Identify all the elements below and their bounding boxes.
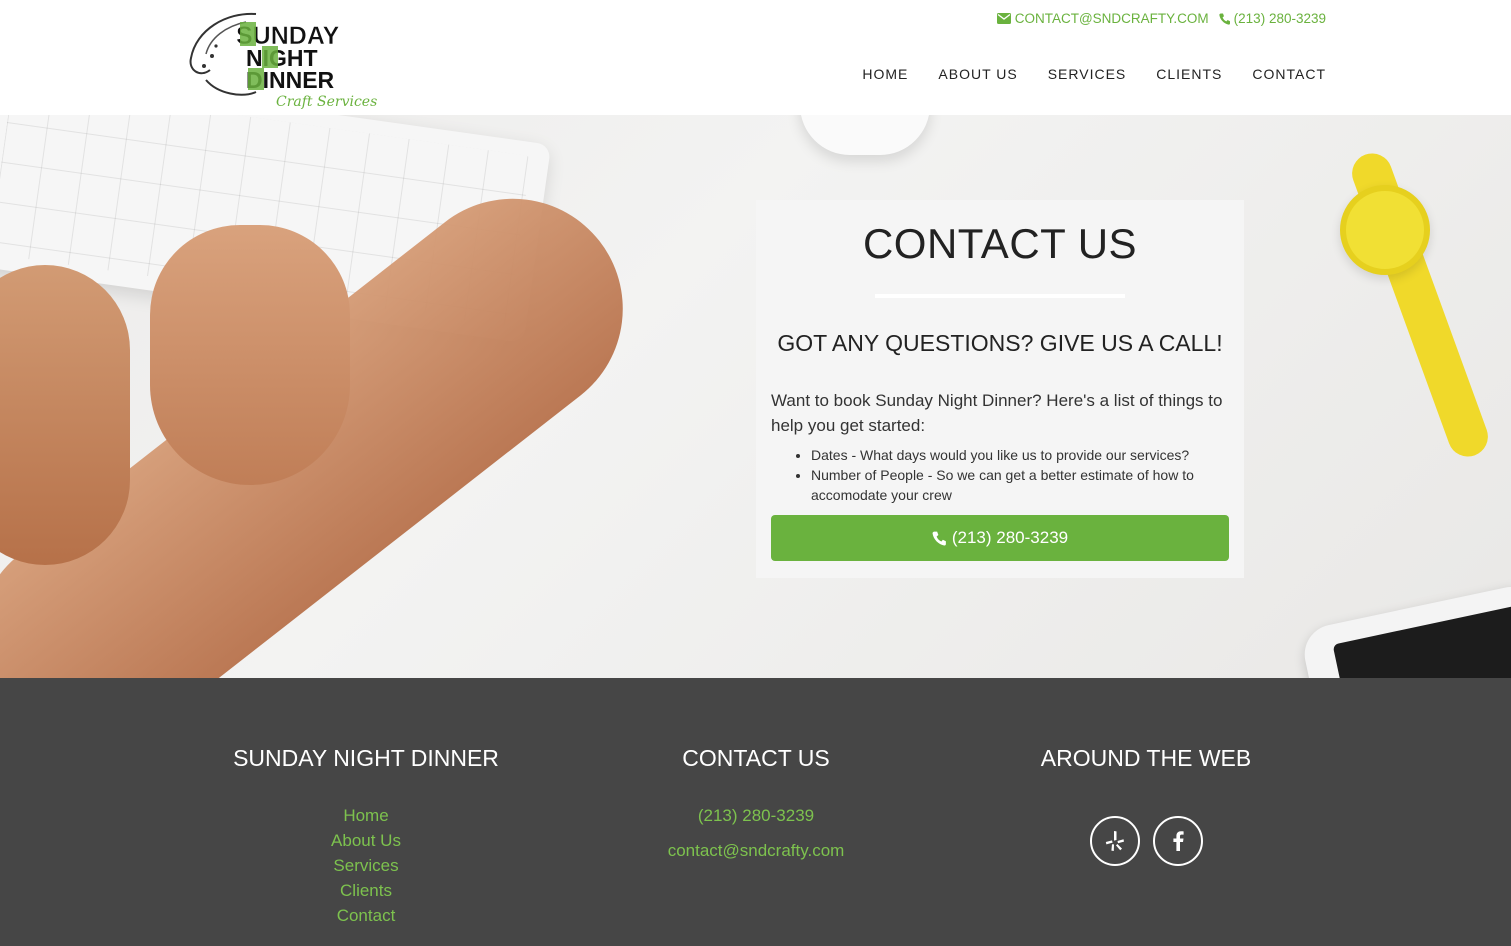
nav-about-us[interactable]: ABOUT US <box>938 66 1017 82</box>
site-header: SUNDAY NIGHT DINNER Craft Services CONTA… <box>0 0 1511 115</box>
nav-services[interactable]: SERVICES <box>1048 66 1127 82</box>
footer-contact-list: (213) 280-3239 contact@sndcrafty.com <box>561 806 951 861</box>
topbar-phone-link[interactable]: (213) 280-3239 <box>1219 11 1326 26</box>
footer-contact-heading: CONTACT US <box>682 745 830 771</box>
nav-home[interactable]: HOME <box>862 66 908 82</box>
hero-hand-photo <box>150 225 350 485</box>
hero-phone-photo <box>1299 581 1511 678</box>
logo-mark: SUNDAY NIGHT DINNER Craft Services <box>189 12 377 110</box>
call-button-label: (213) 280-3239 <box>951 528 1069 547</box>
site-logo[interactable]: SUNDAY NIGHT DINNER Craft Services <box>186 8 386 110</box>
footer-link-clients[interactable]: Clients <box>171 881 561 901</box>
hero-section: CONTACT US GOT ANY QUESTIONS? GIVE US A … <box>0 115 1511 678</box>
footer-email-link[interactable]: contact@sndcrafty.com <box>561 841 951 861</box>
checklist-item: Number of People - So we can get a bette… <box>811 465 1229 505</box>
topbar-phone: (213) 280-3239 <box>1233 11 1326 26</box>
facebook-button[interactable] <box>1152 816 1203 866</box>
title-divider <box>875 294 1125 298</box>
contact-card: CONTACT US GOT ANY QUESTIONS? GIVE US A … <box>756 200 1244 578</box>
booking-intro: Want to book Sunday Night Dinner? Here's… <box>771 391 1223 435</box>
topbar-email-link[interactable]: CONTACT@SNDCRAFTY.COM <box>996 11 1209 26</box>
call-heading: GOT ANY QUESTIONS? GIVE US A CALL! <box>777 330 1223 356</box>
page-title: CONTACT US <box>862 220 1138 267</box>
call-button[interactable]: (213) 280-3239 <box>771 515 1229 561</box>
footer-column-brand: SUNDAY NIGHT DINNER Home About Us Servic… <box>171 745 561 926</box>
yelp-icon <box>1105 831 1124 851</box>
footer-link-about-us[interactable]: About Us <box>171 831 561 851</box>
topbar-contact: CONTACT@SNDCRAFTY.COM (213) 280-3239 <box>996 11 1326 26</box>
footer-link-contact[interactable]: Contact <box>171 906 561 926</box>
logo-tagline: Craft Services <box>276 94 377 110</box>
footer-column-contact: CONTACT US (213) 280-3239 contact@sndcra… <box>561 745 951 861</box>
phone-icon <box>932 531 946 546</box>
nav-contact[interactable]: CONTACT <box>1252 66 1326 82</box>
nav-clients[interactable]: CLIENTS <box>1156 66 1222 82</box>
hero-watch-photo <box>1340 185 1430 275</box>
envelope-icon <box>996 13 1011 24</box>
hero-left-hand-photo <box>0 265 130 565</box>
footer-link-services[interactable]: Services <box>171 856 561 876</box>
booking-checklist: Dates - What days would you like us to p… <box>771 445 1229 505</box>
site-footer: SUNDAY NIGHT DINNER Home About Us Servic… <box>0 678 1511 946</box>
footer-phone-link[interactable]: (213) 280-3239 <box>561 806 951 826</box>
hero-mouse-photo <box>800 115 930 155</box>
footer-link-home[interactable]: Home <box>171 806 561 826</box>
facebook-icon <box>1172 831 1184 851</box>
main-nav: HOME ABOUT US SERVICES CLIENTS CONTACT <box>862 66 1326 82</box>
phone-icon <box>1219 13 1230 25</box>
footer-column-social: AROUND THE WEB <box>951 745 1341 866</box>
social-links <box>951 816 1341 866</box>
footer-brand-heading: SUNDAY NIGHT DINNER <box>233 745 499 771</box>
footer-social-heading: AROUND THE WEB <box>1040 745 1252 771</box>
checklist-item: Dates - What days would you like us to p… <box>811 445 1229 465</box>
footer-nav: Home About Us Services Clients Contact <box>171 806 561 926</box>
yelp-button[interactable] <box>1089 816 1140 866</box>
topbar-email: CONTACT@SNDCRAFTY.COM <box>1014 11 1209 26</box>
